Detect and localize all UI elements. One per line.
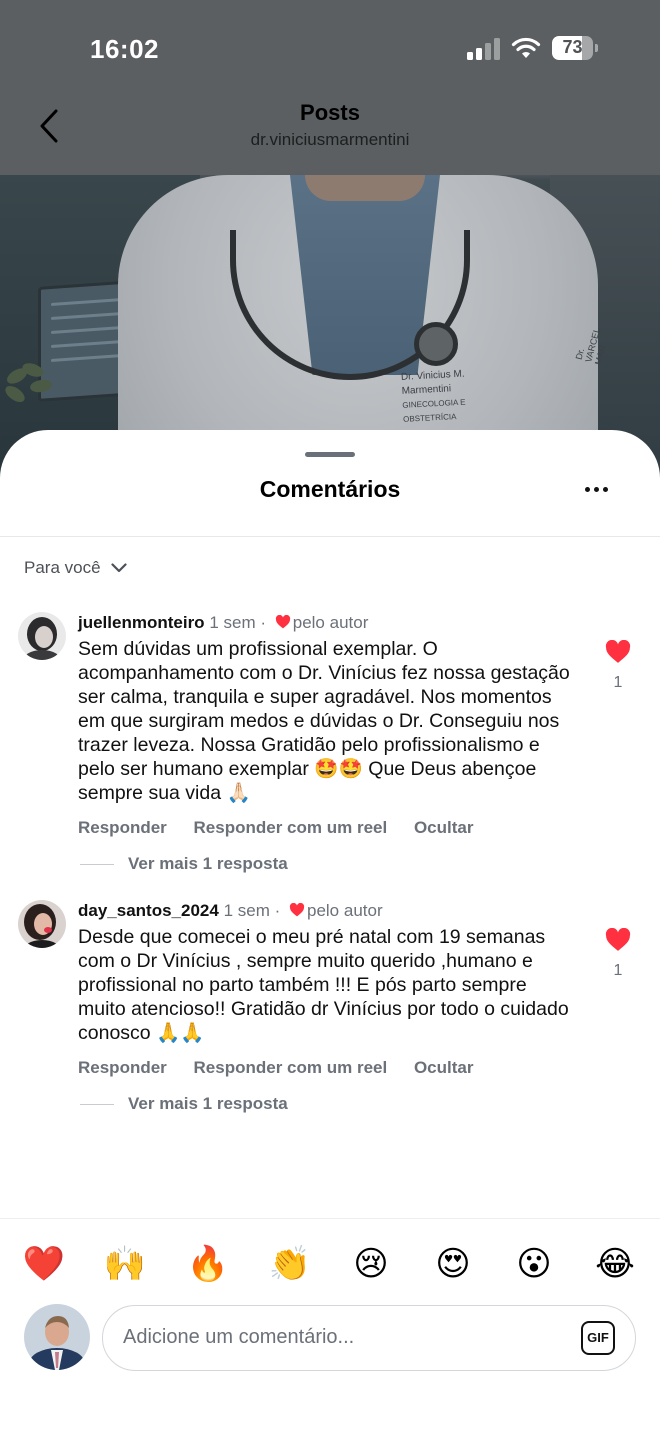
emoji-fire-button[interactable]: 🔥 xyxy=(186,1242,230,1286)
hide-button[interactable]: Ocultar xyxy=(414,818,474,837)
emoji-surprised-button[interactable]: 😮 xyxy=(512,1242,556,1286)
comment-meta: juellenmonteiro 1 sem · pelo autor xyxy=(78,613,369,632)
gif-button[interactable]: GIF xyxy=(581,1321,615,1355)
comments-screen: Dr. Vinicius M. Marmentini GINECOLOGIA E… xyxy=(0,0,660,1434)
sort-dropdown[interactable]: Para você xyxy=(24,556,127,580)
comment-time: 1 sem xyxy=(223,901,270,920)
battery-icon: 73 xyxy=(552,36,598,60)
chevron-down-icon xyxy=(110,563,127,573)
view-more-replies[interactable]: Ver mais 1 resposta xyxy=(80,1094,288,1114)
coat-embroidery: Dr. Vinicius M. Marmentini GINECOLOGIA E… xyxy=(400,368,466,424)
comment-like-button[interactable]: 1 xyxy=(602,640,634,692)
emoji-heart-eyes-button[interactable]: 😍 xyxy=(431,1242,475,1286)
status-bar: 16:02 73 xyxy=(0,0,660,96)
emoji-laughing-button[interactable]: 😂 xyxy=(593,1242,637,1286)
comment-meta: day_santos_2024 1 sem · pelo autor xyxy=(78,901,383,920)
liked-by-author: pelo autor xyxy=(292,613,369,632)
reply-with-reel-button[interactable]: Responder com um reel xyxy=(194,1058,388,1077)
reply-button[interactable]: Responder xyxy=(78,818,167,837)
comment-text: Sem dúvidas um profissional exemplar. O … xyxy=(78,638,570,804)
comment-like-button[interactable]: 1 xyxy=(602,928,634,980)
comment-actions: Responder Responder com um reel Ocultar xyxy=(78,818,495,838)
comment-input-placeholder: Adicione um comentário... xyxy=(123,1326,355,1348)
page-title: Posts xyxy=(300,100,360,125)
reply-button[interactable]: Responder xyxy=(78,1058,167,1077)
comment-text: Desde que comecei o meu pré natal com 19… xyxy=(78,926,569,1044)
heart-filled-icon xyxy=(605,928,631,951)
avatar[interactable] xyxy=(18,612,66,660)
page-subtitle-username[interactable]: dr.viniciusmarmentini xyxy=(0,130,660,150)
my-avatar xyxy=(24,1304,90,1370)
heart-icon xyxy=(275,615,290,629)
sheet-grabber[interactable] xyxy=(305,452,355,457)
divider xyxy=(0,1218,660,1219)
reply-with-reel-button[interactable]: Responder com um reel xyxy=(194,818,388,837)
more-options-button[interactable] xyxy=(582,478,612,502)
wifi-icon xyxy=(511,36,541,60)
status-time: 16:02 xyxy=(90,34,159,64)
emoji-crying-button[interactable]: 😢 xyxy=(349,1242,393,1286)
cellular-signal-icon xyxy=(467,38,501,60)
like-count: 1 xyxy=(613,962,623,979)
divider xyxy=(0,536,660,537)
comment-actions: Responder Responder com um reel Ocultar xyxy=(78,1058,495,1078)
comment-time: 1 sem xyxy=(209,613,256,632)
emoji-clapping-button[interactable]: 👏 xyxy=(268,1242,312,1286)
comment-input[interactable]: Adicione um comentário... GIF xyxy=(102,1305,636,1371)
comments-sheet: Comentários Para você juellenmonteiro 1 … xyxy=(0,430,660,1434)
hide-button[interactable]: Ocultar xyxy=(414,1058,474,1077)
emoji-raising-hands-button[interactable]: 🙌 xyxy=(103,1242,147,1286)
sheet-title: Comentários xyxy=(259,476,401,502)
comment-username[interactable]: day_santos_2024 xyxy=(78,901,219,920)
emoji-quick-bar: ❤️ 🙌 🔥 👏 😢 😍 😮 😂 xyxy=(0,1242,660,1286)
comment-username[interactable]: juellenmonteiro xyxy=(78,613,205,632)
plant-image xyxy=(0,360,60,440)
liked-by-author: pelo autor xyxy=(307,901,383,920)
avatar[interactable] xyxy=(18,900,66,948)
view-more-replies[interactable]: Ver mais 1 resposta xyxy=(80,854,288,874)
like-count: 1 xyxy=(613,674,623,691)
heart-filled-icon xyxy=(605,640,631,663)
heart-icon xyxy=(289,903,305,917)
sort-label: Para você xyxy=(24,558,101,577)
emoji-heart-button[interactable]: ❤️ xyxy=(22,1242,66,1286)
